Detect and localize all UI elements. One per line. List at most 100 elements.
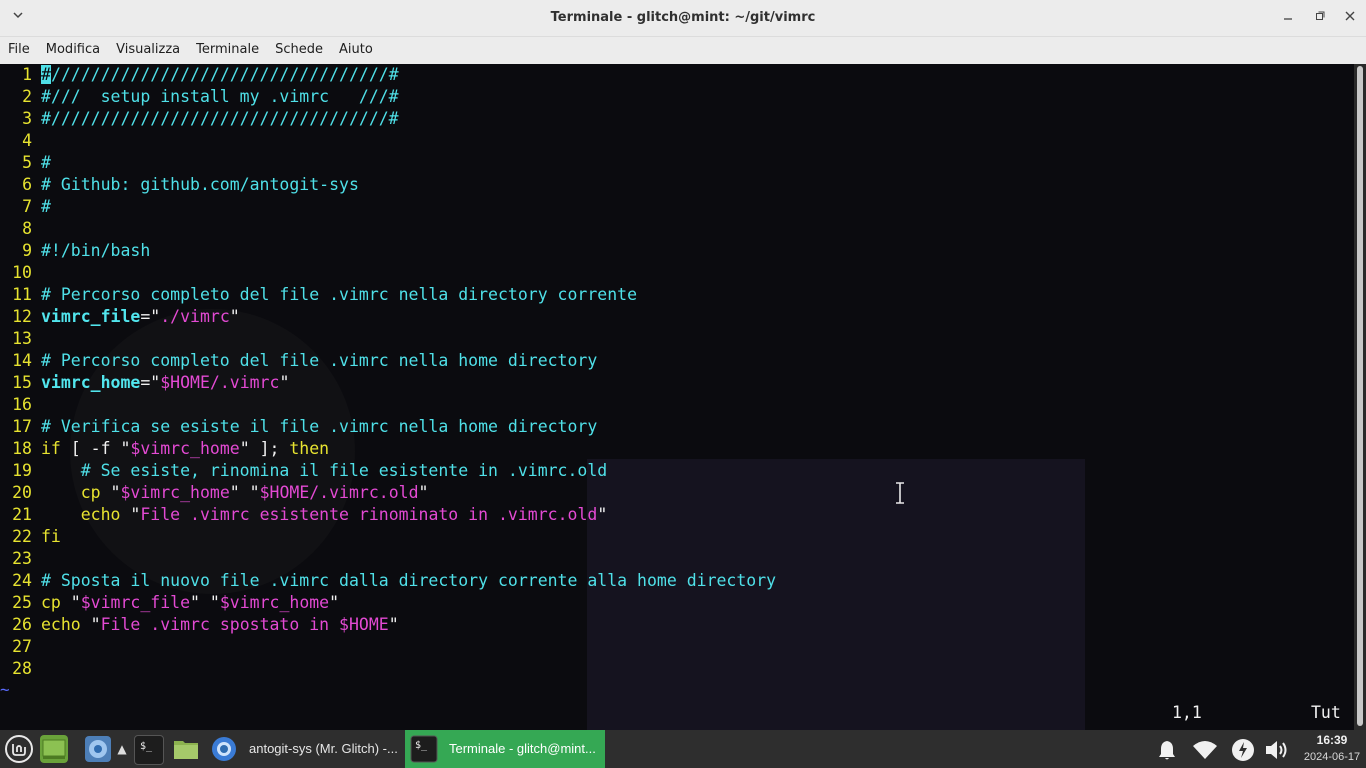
scrollbar-thumb[interactable] bbox=[1357, 66, 1363, 726]
menu-modifica[interactable]: Modifica bbox=[38, 37, 108, 64]
code-line[interactable]: 16 bbox=[0, 394, 32, 416]
terminal-task-icon: $_ bbox=[410, 735, 438, 768]
menu-file[interactable]: File bbox=[0, 37, 38, 64]
code-line[interactable]: 25 cp "$vimrc_file" "$vimrc_home" bbox=[0, 592, 339, 614]
code-line[interactable]: 10 bbox=[0, 262, 32, 284]
code-line[interactable]: 26 echo "File .vimrc spostato in $HOME" bbox=[0, 614, 399, 636]
vim-buffer[interactable]: 1 #//////////////////////////////////# 2 #/… bbox=[0, 64, 776, 680]
code-line[interactable]: 13 bbox=[0, 328, 32, 350]
code-line[interactable]: 19 # Se esiste, rinomina il file esisten… bbox=[0, 460, 607, 482]
code-token: File .vimrc esistente rinominato in .vim… bbox=[140, 505, 598, 524]
line-number: 13 bbox=[12, 329, 32, 348]
code-line[interactable]: 12 vimrc_file="./vimrc" bbox=[0, 306, 240, 328]
code-token: " " bbox=[229, 483, 260, 502]
menu-schede[interactable]: Schede bbox=[267, 37, 331, 64]
code-line[interactable]: 14 # Percorso completo del file .vimrc ne… bbox=[0, 350, 597, 372]
code-line[interactable]: 6 # Github: github.com/antogit-sys bbox=[0, 174, 359, 196]
task-browser-label: antogit-sys (Mr. Glitch) -... bbox=[249, 741, 398, 756]
line-number: 18 bbox=[12, 439, 32, 458]
line-text: # Sposta il nuovo file .vimrc dalla dire… bbox=[41, 570, 776, 592]
code-token: $vimrc_home bbox=[120, 483, 230, 502]
code-line[interactable]: 1 #//////////////////////////////////# bbox=[0, 64, 399, 86]
menu-terminale[interactable]: Terminale bbox=[188, 37, 267, 64]
terminal-view[interactable]: 1 #//////////////////////////////////# 2 #/… bbox=[0, 64, 1354, 730]
code-line[interactable]: 21 echo "File .vimrc esistente rinominat… bbox=[0, 504, 607, 526]
line-text: fi bbox=[41, 526, 61, 548]
vim-cursor-position: 1,1 bbox=[1172, 703, 1202, 722]
code-token: # Sposta il nuovo file .vimrc dalla dire… bbox=[41, 571, 777, 590]
line-number: 10 bbox=[12, 263, 32, 282]
taskbar: ▲ $_ antogit-sys (Mr. Glitch) -... $_ Te… bbox=[0, 730, 1366, 768]
power-manager-icon[interactable] bbox=[1230, 738, 1254, 761]
show-desktop-icon[interactable] bbox=[40, 735, 68, 763]
close-button[interactable] bbox=[1338, 6, 1362, 30]
line-number: 19 bbox=[12, 461, 32, 480]
line-text: # bbox=[41, 152, 51, 174]
clock-time: 16:39 bbox=[1316, 733, 1348, 747]
clock-date: 2024-06-17 bbox=[1303, 751, 1361, 763]
line-number: 20 bbox=[12, 483, 32, 502]
line-number: 23 bbox=[12, 549, 32, 568]
code-line[interactable]: 8 bbox=[0, 218, 32, 240]
line-number: 2 bbox=[22, 87, 32, 106]
code-token: $vimrc_home bbox=[219, 593, 330, 612]
code-line[interactable]: 15 vimrc_home="$HOME/.vimrc" bbox=[0, 372, 289, 394]
chromium-launcher-icon[interactable] bbox=[84, 735, 112, 763]
window-title: Terminale - glitch@mint: ~/git/vimrc bbox=[550, 10, 816, 25]
line-number: 3 bbox=[22, 109, 32, 128]
code-token: then bbox=[289, 439, 330, 458]
background-ghost-image bbox=[587, 459, 1085, 730]
code-token: $HOME/.vimrc.old bbox=[259, 483, 419, 502]
code-line[interactable]: 23 bbox=[0, 548, 32, 570]
chevron-up-icon[interactable]: ▲ bbox=[115, 735, 129, 763]
line-number: 24 bbox=[12, 571, 32, 590]
code-line[interactable]: 2 #/// setup install my .vimrc ///# bbox=[0, 86, 399, 108]
line-number: 25 bbox=[12, 593, 32, 612]
menu-visualizza[interactable]: Visualizza bbox=[108, 37, 188, 64]
code-line[interactable]: 22 fi bbox=[0, 526, 61, 548]
code-line[interactable]: 17 # Verifica se esiste il file .vimrc ne… bbox=[0, 416, 597, 438]
code-token: # Se esiste, rinomina il file esistente … bbox=[41, 461, 608, 480]
code-token: " bbox=[100, 483, 121, 502]
terminal-launcher-icon[interactable]: $_ bbox=[134, 735, 164, 765]
line-text: #//////////////////////////////////# bbox=[41, 64, 399, 86]
mint-menu-icon[interactable] bbox=[4, 734, 34, 764]
code-line[interactable]: 20 cp "$vimrc_home" "$HOME/.vimrc.old" bbox=[0, 482, 428, 504]
code-line[interactable]: 24 # Sposta il nuovo file .vimrc dalla di… bbox=[0, 570, 776, 592]
files-launcher-icon[interactable] bbox=[172, 735, 200, 763]
code-line[interactable]: 3 #//////////////////////////////////# bbox=[0, 108, 399, 130]
line-text: #!/bin/bash bbox=[41, 240, 150, 262]
task-terminal[interactable]: $_ Terminale - glitch@mint... bbox=[405, 730, 605, 768]
line-text: echo "File .vimrc spostato in $HOME" bbox=[41, 614, 399, 636]
task-browser[interactable]: antogit-sys (Mr. Glitch) -... bbox=[205, 730, 405, 768]
code-line[interactable]: 7 # bbox=[0, 196, 51, 218]
code-token: # Percorso completo del file .vimrc nell… bbox=[41, 285, 638, 304]
code-line[interactable]: 18 if [ -f "$vimrc_home" ]; then bbox=[0, 438, 329, 460]
line-text: # Percorso completo del file .vimrc nell… bbox=[41, 350, 597, 372]
volume-icon[interactable] bbox=[1264, 738, 1288, 760]
code-token: [ -f " bbox=[60, 439, 131, 458]
code-token: $HOME bbox=[339, 615, 389, 634]
code-line[interactable]: 11 # Percorso completo del file .vimrc ne… bbox=[0, 284, 637, 306]
code-line[interactable]: 4 bbox=[0, 130, 32, 152]
code-line[interactable]: 5 # bbox=[0, 152, 51, 174]
terminal-scrollbar[interactable] bbox=[1354, 64, 1366, 730]
line-number: 15 bbox=[12, 373, 32, 392]
line-number: 6 bbox=[22, 175, 32, 194]
code-token: cp bbox=[41, 593, 61, 612]
text-cursor-icon bbox=[896, 482, 904, 504]
menu-aiuto[interactable]: Aiuto bbox=[331, 37, 381, 64]
code-token: //////////////////////////////////# bbox=[50, 65, 399, 84]
notifications-bell-icon[interactable] bbox=[1155, 738, 1179, 760]
code-line[interactable]: 28 bbox=[0, 658, 32, 680]
maximize-button[interactable] bbox=[1308, 6, 1332, 30]
line-number: 21 bbox=[12, 505, 32, 524]
code-token: File .vimrc spostato in bbox=[100, 615, 340, 634]
code-line[interactable]: 27 bbox=[0, 636, 32, 658]
clock[interactable]: 16:39 2024-06-17 bbox=[1300, 732, 1364, 766]
line-number: 22 bbox=[12, 527, 32, 546]
code-line[interactable]: 9 #!/bin/bash bbox=[0, 240, 150, 262]
code-token: # Verifica se esiste il file .vimrc nell… bbox=[41, 417, 598, 436]
minimize-button[interactable] bbox=[1276, 6, 1300, 30]
wifi-icon[interactable] bbox=[1192, 738, 1217, 760]
